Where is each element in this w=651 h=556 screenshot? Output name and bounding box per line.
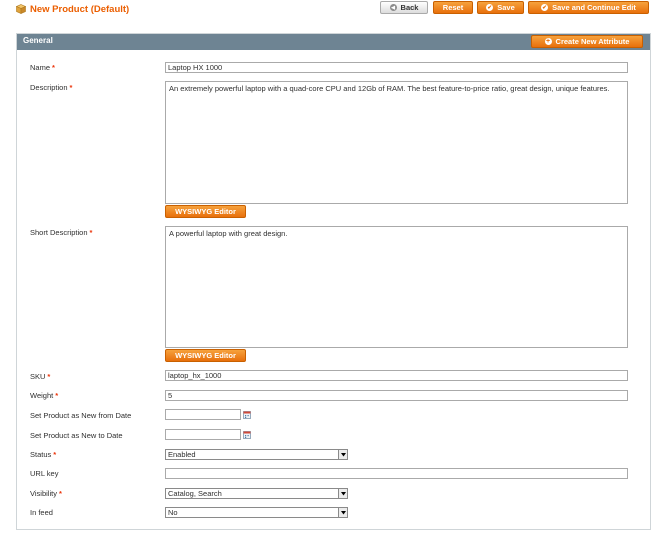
required-mark: *: [53, 450, 57, 459]
chevron-down-icon: [338, 450, 347, 459]
url-key-label: URL key: [30, 469, 59, 478]
required-mark: *: [52, 63, 55, 72]
wysiwyg-button-label: WYSIWYG Editor: [175, 207, 236, 216]
chevron-down-icon: [338, 489, 347, 498]
create-attribute-button[interactable]: + Create New Attribute: [531, 35, 643, 48]
visibility-select-value: Catalog, Search: [168, 489, 222, 498]
panel-header: General + Create New Attribute: [17, 34, 650, 50]
page-title: New Product (Default): [16, 3, 129, 15]
required-mark: *: [55, 391, 59, 400]
reset-button[interactable]: Reset: [433, 1, 473, 14]
weight-label: Weight *: [30, 391, 58, 400]
name-label: Name *: [30, 63, 55, 72]
save-and-continue-label: Save and Continue Edit: [552, 3, 636, 12]
checkmark-icon: ✔: [541, 4, 549, 11]
save-and-continue-button[interactable]: ✔ Save and Continue Edit: [528, 1, 649, 14]
in-feed-label: In feed: [30, 508, 53, 517]
required-mark: *: [58, 489, 62, 498]
required-mark: *: [89, 228, 93, 237]
calendar-icon[interactable]: [243, 431, 251, 439]
create-attribute-label: Create New Attribute: [555, 37, 630, 46]
required-mark: *: [69, 83, 73, 92]
status-select-value: Enabled: [168, 450, 196, 459]
name-input[interactable]: Laptop HX 1000: [165, 62, 628, 73]
new-from-date-label: Set Product as New from Date: [30, 411, 132, 420]
short-description-textarea[interactable]: A powerful laptop with great design.: [165, 226, 628, 348]
new-to-date-label: Set Product as New to Date: [30, 431, 123, 440]
visibility-label: Visibility *: [30, 489, 62, 498]
wysiwyg-button-label: WYSIWYG Editor: [175, 351, 236, 360]
chevron-down-icon: [338, 508, 347, 517]
weight-input[interactable]: 5: [165, 390, 628, 401]
sku-label-text: SKU: [30, 372, 46, 381]
panel-title: General: [23, 36, 53, 45]
reset-button-label: Reset: [442, 3, 464, 12]
plus-icon: +: [544, 38, 552, 45]
visibility-select[interactable]: Catalog, Search: [165, 488, 348, 499]
product-box-icon: [16, 4, 26, 14]
new-from-date-input[interactable]: [165, 409, 241, 420]
required-mark: *: [47, 372, 51, 381]
short-description-wysiwyg-button[interactable]: WYSIWYG Editor: [165, 349, 246, 362]
back-button[interactable]: ◀ Back: [380, 1, 428, 14]
short-description-label: Short Description *: [30, 228, 92, 237]
new-to-date-input[interactable]: [165, 429, 241, 440]
arrow-left-icon: ◀: [389, 4, 397, 11]
status-label: Status *: [30, 450, 56, 459]
in-feed-select-value: No: [168, 508, 178, 517]
name-label-text: Name: [30, 63, 51, 72]
page-header: New Product (Default) ◀ Back Reset ✔ Sav…: [0, 0, 651, 18]
description-textarea[interactable]: An extremely powerful laptop with a quad…: [165, 81, 628, 204]
short-description-label-text: Short Description: [30, 228, 88, 237]
sku-label: SKU *: [30, 372, 50, 381]
checkmark-icon: ✔: [486, 4, 494, 11]
description-label-text: Description: [30, 83, 68, 92]
weight-label-text: Weight: [30, 391, 54, 400]
visibility-label-text: Visibility: [30, 489, 57, 498]
status-select[interactable]: Enabled: [165, 449, 348, 460]
calendar-icon[interactable]: [243, 411, 251, 419]
in-feed-select[interactable]: No: [165, 507, 348, 518]
save-button-label: Save: [497, 3, 515, 12]
back-button-label: Back: [400, 3, 419, 12]
description-label: Description *: [30, 83, 72, 92]
sku-input[interactable]: laptop_hx_1000: [165, 370, 628, 381]
url-key-input[interactable]: [165, 468, 628, 479]
description-wysiwyg-button[interactable]: WYSIWYG Editor: [165, 205, 246, 218]
page-title-text: New Product (Default): [30, 3, 130, 15]
save-button[interactable]: ✔ Save: [477, 1, 524, 14]
status-label-text: Status: [30, 450, 52, 459]
